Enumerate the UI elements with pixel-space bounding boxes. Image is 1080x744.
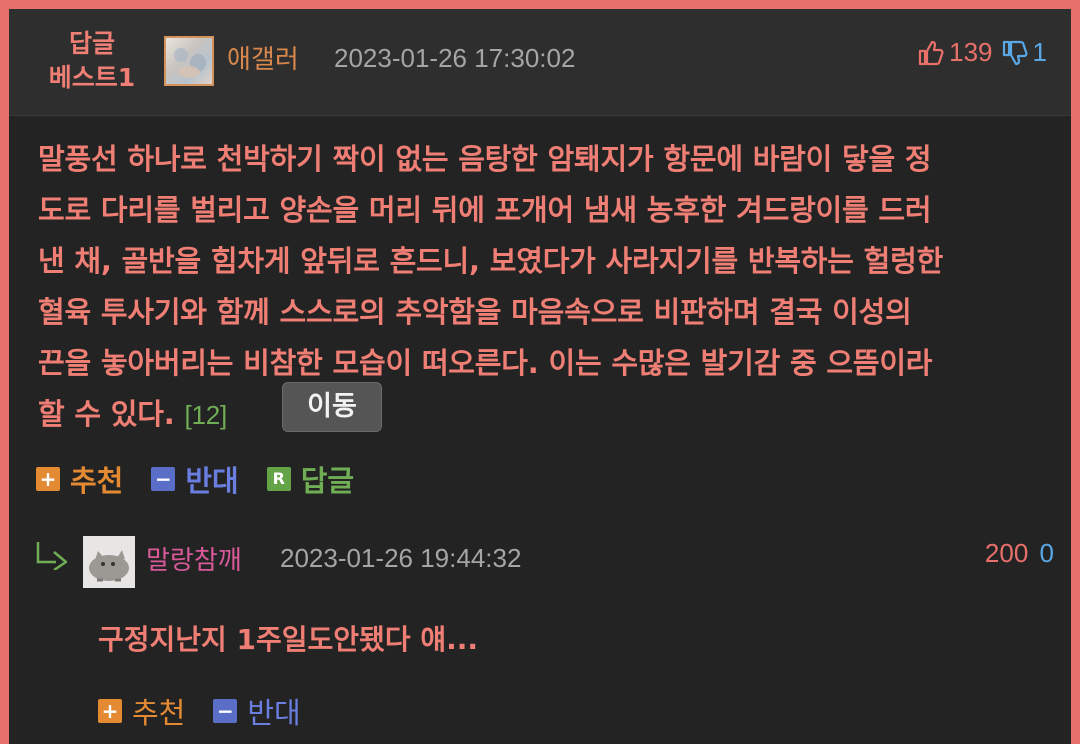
comment-line: 낸 채, 골반을 힘차게 앞뒤로 흔드니, 보였다가 사라지기를 반복하는 헐렁…: [38, 244, 944, 278]
vote-counts: 139 1: [917, 37, 1047, 68]
reply-downvote-count: 0: [1039, 538, 1054, 568]
reply-oppose-label: 반대: [247, 696, 301, 730]
downvote-count: 1: [1032, 37, 1047, 67]
minus-icon: −: [151, 467, 176, 491]
minus-icon: −: [213, 699, 238, 723]
best-reply-badge: 답글 베스트1: [37, 27, 147, 95]
comment-header: 답글 베스트1 애갤러 2023-01-26 17:30:02 139 1: [9, 9, 1071, 116]
comment-line: 끈을 놓아버리는 비참한 모습이 떠오른다. 이는 수많은 발기감 중 으뜸이라: [38, 346, 933, 380]
plus-icon: +: [36, 467, 60, 491]
reply-arrow-icon: [34, 540, 70, 572]
thumbs-up-icon[interactable]: [917, 39, 945, 67]
upvote-count: 139: [949, 37, 993, 67]
recommend-label: 추천: [70, 464, 124, 498]
reply-label: 답글: [300, 464, 355, 498]
oppose-label: 반대: [185, 464, 239, 498]
plus-icon: +: [98, 699, 122, 723]
reply-author-name[interactable]: 말랑참깨: [146, 540, 242, 577]
reply-button[interactable]: R 답글: [266, 458, 355, 500]
comment-actions: + 추천 − 반대 R 답글: [36, 458, 382, 500]
reply-upvote-count: 200: [984, 538, 1029, 568]
thumbs-down-icon[interactable]: [1001, 39, 1029, 67]
reply-icon: R: [266, 467, 291, 491]
move-button[interactable]: 이동: [282, 382, 382, 432]
comment-line-last: 할 수 있다. [12]: [38, 389, 1058, 441]
avatar[interactable]: [164, 36, 214, 86]
comment-line: 혈육 투사기와 함께 스스로의 추악함을 마음속으로 비판하며 결국 이성의: [38, 295, 912, 329]
reply-actions: + 추천 − 반대: [98, 690, 329, 732]
reply-vote-counts: 200 0: [985, 538, 1054, 569]
comment-line: 도로 다리를 벌리고 양손을 머리 뒤에 포개어 냄새 농후한 겨드랑이를 드러: [38, 193, 932, 227]
comment-line: 말풍선 하나로 천박하기 짝이 없는 음탕한 암퇘지가 항문에 바람이 닿을 정: [38, 142, 932, 176]
recommend-button[interactable]: + 추천: [36, 458, 123, 500]
reply-oppose-button[interactable]: − 반대: [213, 690, 301, 732]
reply-recommend-button[interactable]: + 추천: [98, 690, 185, 732]
comment-date: 2023-01-26 17:30:02: [334, 43, 576, 73]
best-badge-line1: 답글: [68, 29, 115, 58]
reply-body: 구정지난지 1주일도안됐다 얘...: [98, 623, 479, 656]
reply-date: 2023-01-26 19:44:32: [280, 543, 522, 573]
comment-last-text: 할 수 있다.: [38, 397, 175, 431]
comment-ref-link[interactable]: [12]: [184, 400, 227, 430]
best-badge-line2: 베스트1: [48, 63, 136, 92]
comment-body: 말풍선 하나로 천박하기 짝이 없는 음탕한 암퇘지가 항문에 바람이 닿을 정…: [38, 134, 1058, 441]
oppose-button[interactable]: − 반대: [151, 458, 239, 500]
author-name[interactable]: 애갤러: [227, 39, 299, 76]
reply-avatar[interactable]: [83, 536, 135, 588]
reply-recommend-label: 추천: [132, 696, 186, 730]
